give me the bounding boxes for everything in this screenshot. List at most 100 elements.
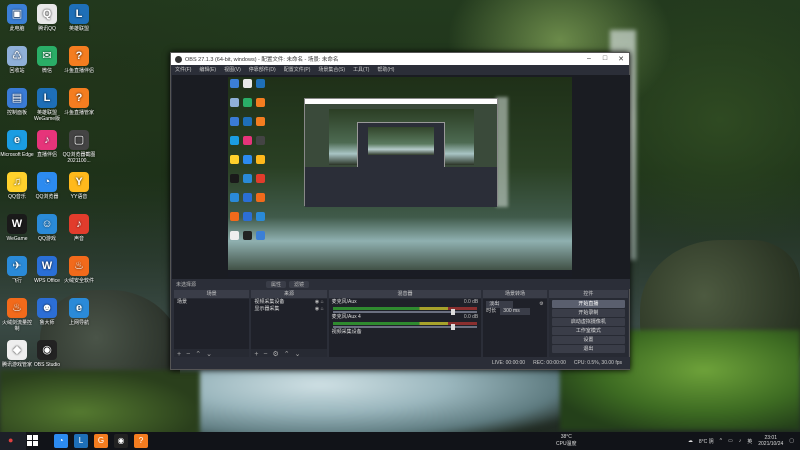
desktop-icon-label: 直播伴侣	[36, 152, 57, 158]
taskbar-game-icon[interactable]: G	[94, 434, 108, 448]
desktop-icon[interactable]: Y YY语音	[62, 172, 96, 200]
weather-widget[interactable]: 38°C CPU温度	[556, 434, 577, 448]
windows-start-icon[interactable]	[27, 435, 39, 447]
preview-area	[172, 75, 630, 279]
visibility-icon[interactable]: ◉ ⌂	[315, 306, 327, 313]
network-icon[interactable]: ▭	[728, 438, 733, 444]
control-button[interactable]: 启动虚拟摄像机	[551, 318, 625, 326]
preview-icon	[230, 136, 239, 145]
app-icon: ◉	[37, 340, 57, 360]
obs-title: OBS 27.1.3 (64-bit, windows) - 配置文件: 未命名…	[185, 57, 339, 63]
desktop-icon-label: 控制面板	[6, 110, 27, 116]
desktop-icon-label: YY语音	[70, 194, 88, 200]
menu-item[interactable]: 帮助(H)	[377, 66, 394, 73]
transition-select[interactable]: 淡出 ⚙	[483, 301, 546, 308]
desktop-icon[interactable]: Q 腾讯QQ	[30, 4, 64, 32]
start-area[interactable]: ●	[0, 432, 26, 450]
desktop-icon[interactable]: e Microsoft Edge	[0, 130, 34, 158]
desktop-icon[interactable]: e 上网导航	[62, 298, 96, 326]
menu-item[interactable]: 编辑(E)	[199, 66, 216, 73]
preview-icon	[243, 136, 252, 145]
control-button[interactable]: 工作室模式	[551, 327, 625, 335]
transition-type[interactable]: 淡出	[486, 301, 514, 308]
control-button[interactable]: 退出	[551, 345, 625, 353]
properties-button[interactable]: 属性	[266, 280, 287, 288]
maximize-icon[interactable]: □	[597, 55, 613, 63]
desktop-icon[interactable]: ♨ 火绒安全软件	[62, 256, 96, 284]
app-icon: ◔	[37, 172, 57, 192]
desktop-icon[interactable]: ♺ 回收站	[0, 46, 34, 74]
desktop-icon[interactable]: ◆ 腾讯游戏管家	[0, 340, 34, 368]
obs-title-bar[interactable]: OBS 27.1.3 (64-bit, windows) - 配置文件: 未命名…	[171, 53, 629, 65]
desktop-icon[interactable]: ? 斗鱼直播管家	[62, 88, 96, 116]
menu-item[interactable]: 视图(V)	[224, 66, 241, 73]
volume-meter	[332, 322, 478, 325]
notification-icon[interactable]: ▢	[789, 438, 794, 444]
start-app-icon[interactable]: ●	[8, 435, 13, 445]
desktop-icon[interactable]: W WeGame	[0, 214, 34, 242]
volume-icon[interactable]: ♪	[739, 438, 742, 444]
desktop-icon[interactable]: W WPS Office	[30, 256, 64, 284]
control-button[interactable]: 设置	[551, 336, 625, 344]
cloud-icon[interactable]: ☁	[688, 438, 693, 444]
desktop-icon[interactable]: ◔ QQ浏览器	[30, 172, 64, 200]
desktop-icon[interactable]: ☺ QQ游戏	[30, 214, 64, 242]
duration-row: 时长 300 ms	[483, 308, 546, 315]
control-button[interactable]: 开始直播	[551, 300, 625, 308]
desktop-icon[interactable]: ▣ 此电脑	[0, 4, 34, 32]
volume-slider[interactable]	[332, 324, 478, 330]
volume-slider[interactable]	[332, 309, 478, 315]
minimize-icon[interactable]: –	[581, 55, 597, 63]
slider-handle[interactable]	[451, 324, 456, 330]
desktop-icon[interactable]: ♪ 直播伴侣	[30, 130, 64, 158]
menu-item[interactable]: 文件(F)	[175, 66, 191, 73]
menu-item[interactable]: 工具(T)	[353, 66, 369, 73]
mixer-channels: 麦克风/Aux 0.0 dB 麦克风/Aux 4 0.0 dB 视频采集设备	[328, 299, 482, 358]
taskbar-browser-icon[interactable]: ◔	[54, 434, 68, 448]
source-item[interactable]: 视频采集设备 ◉ ⌂	[251, 299, 326, 306]
desktop-icon-label: 飞行	[11, 278, 22, 284]
visibility-icon[interactable]: ◉ ⌂	[315, 299, 327, 306]
control-button[interactable]: 开始录制	[551, 309, 625, 317]
taskbar-obs-icon[interactable]: ◉	[114, 434, 128, 448]
desktop-icon[interactable]: ▤ 控制面板	[0, 88, 34, 116]
desktop-icon[interactable]: ♫ QQ音乐	[0, 172, 34, 200]
desktop-icon-label: 火绒剑流量控制	[1, 320, 32, 332]
desktop-icon[interactable]: ♨ 火绒剑流量控制	[0, 298, 34, 332]
scene-item[interactable]: 场景	[174, 299, 249, 306]
desktop-icon[interactable]: ☻ 鲁大师	[30, 298, 64, 326]
source-item-label: 显示器采集	[254, 306, 280, 312]
desktop-icon-label: 上网导航	[68, 320, 89, 326]
desktop-icon[interactable]: ✈ 飞行	[0, 256, 34, 284]
preview-icon	[243, 155, 252, 164]
app-icon: ♪	[69, 214, 89, 234]
menu-item[interactable]: 配置文件(P)	[284, 66, 311, 73]
channel-name: 麦克风/Aux 4	[331, 314, 361, 320]
desktop-icon-label: Microsoft Edge	[0, 152, 34, 158]
close-icon[interactable]: ✕	[613, 55, 629, 63]
desktop-icon[interactable]: L 英雄联盟WeGame版	[30, 88, 64, 122]
taskbar-douyu-icon[interactable]: ?	[134, 434, 148, 448]
menu-item[interactable]: 场景集合(S)	[318, 66, 345, 73]
desktop-icon[interactable]: ♪ 声音	[62, 214, 96, 242]
desktop-icon[interactable]: ▢ QQ浏览器截图2021100...	[62, 130, 96, 164]
filters-button[interactable]: 滤镜	[289, 280, 310, 288]
duration-input[interactable]: 300 ms	[500, 308, 530, 315]
desktop-icon[interactable]: L 英雄联盟	[62, 4, 96, 32]
preview-canvas[interactable]	[228, 77, 572, 277]
desktop-icon[interactable]: ? 斗鱼直播伴侣	[62, 46, 96, 74]
gear-icon[interactable]: ⚙	[539, 301, 546, 308]
source-item[interactable]: 显示器采集 ◉ ⌂	[251, 306, 326, 313]
desktop-icon-label: 斗鱼直播伴侣	[63, 68, 94, 74]
taskbar-lol-icon[interactable]: L	[74, 434, 88, 448]
preview-icon	[256, 136, 265, 145]
desktop-icon-label: 声音	[73, 236, 84, 242]
desktop-icon[interactable]: ◉ OBS Studio	[30, 340, 64, 368]
language-indicator[interactable]: 英	[747, 438, 752, 445]
sources-dock: 来源 视频采集设备 ◉ ⌂ 显示器采集 ◉ ⌂ + − ⚙ ⌃ ⌄	[251, 290, 327, 358]
clock[interactable]: 23:01 2021/10/24	[758, 435, 783, 447]
chevron-up-icon[interactable]: ^	[720, 438, 722, 444]
menu-item[interactable]: 停靠部件(D)	[249, 66, 276, 73]
desktop-icon[interactable]: ✉ 微信	[30, 46, 64, 74]
slider-handle[interactable]	[451, 309, 456, 315]
